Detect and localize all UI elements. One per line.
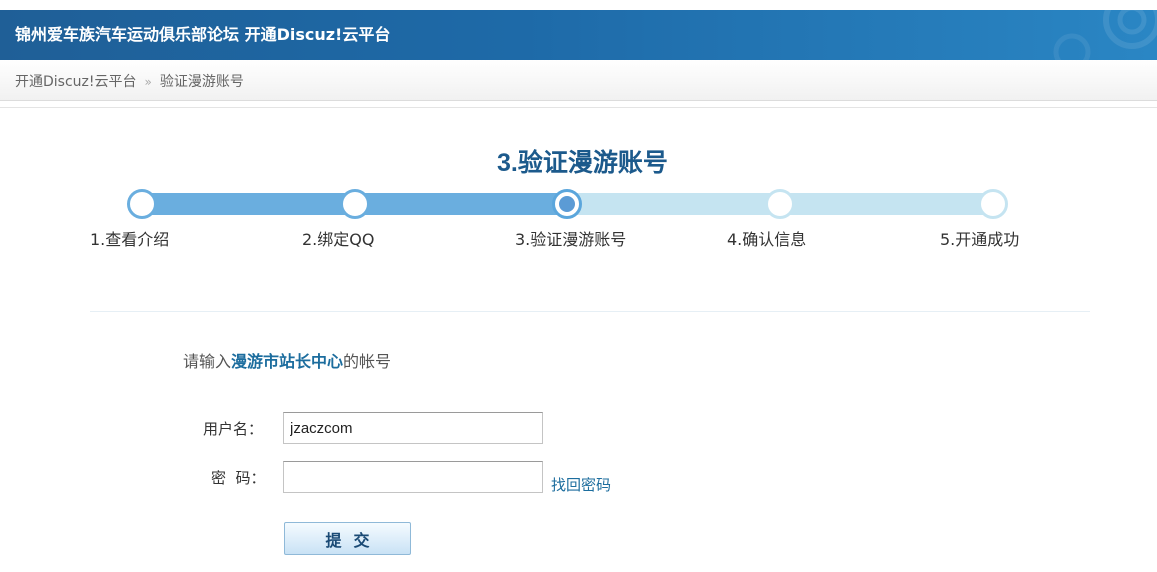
step-dot-5 [978, 189, 1008, 219]
site-title: 锦州爱车族汽车运动俱乐部论坛 开通Discuz!云平台 [15, 25, 391, 44]
username-label: 用户名： [203, 420, 264, 438]
forgot-password-link[interactable]: 找回密码 [551, 474, 611, 495]
step-label-5: 5.开通成功 [940, 230, 1020, 249]
step-label-1: 1.查看介绍 [90, 230, 170, 249]
password-input[interactable] [283, 461, 543, 493]
page-title: 3.验证漫游账号 [497, 149, 668, 177]
breadcrumb: 开通Discuz!云平台 » 验证漫游账号 [0, 60, 1157, 101]
step-dot-1 [127, 189, 157, 219]
section-divider [90, 311, 1090, 312]
username-input[interactable] [283, 412, 543, 444]
form-prompt: 请输入漫游市站长中心的帐号 [183, 352, 392, 371]
step-label-2: 2.绑定QQ [302, 230, 375, 249]
header-decoration-icon [1053, 10, 1157, 60]
breadcrumb-separator: » [144, 75, 152, 89]
breadcrumb-item-cloud[interactable]: 开通Discuz!云平台 [15, 74, 137, 90]
step-dot-3-current [552, 189, 582, 219]
step-label-3: 3.验证漫游账号 [515, 230, 627, 249]
prompt-highlight: 漫游市站长中心 [231, 352, 344, 371]
top-header: 锦州爱车族汽车运动俱乐部论坛 开通Discuz!云平台 [0, 10, 1157, 60]
divider [0, 107, 1157, 108]
password-label: 密 码： [211, 469, 266, 487]
submit-button[interactable]: 提交 [284, 522, 411, 555]
breadcrumb-item-current: 验证漫游账号 [159, 74, 244, 90]
progress-track [90, 189, 1090, 219]
step-dot-2 [340, 189, 370, 219]
step-dot-4 [765, 189, 795, 219]
step-label-4: 4.确认信息 [727, 230, 807, 249]
